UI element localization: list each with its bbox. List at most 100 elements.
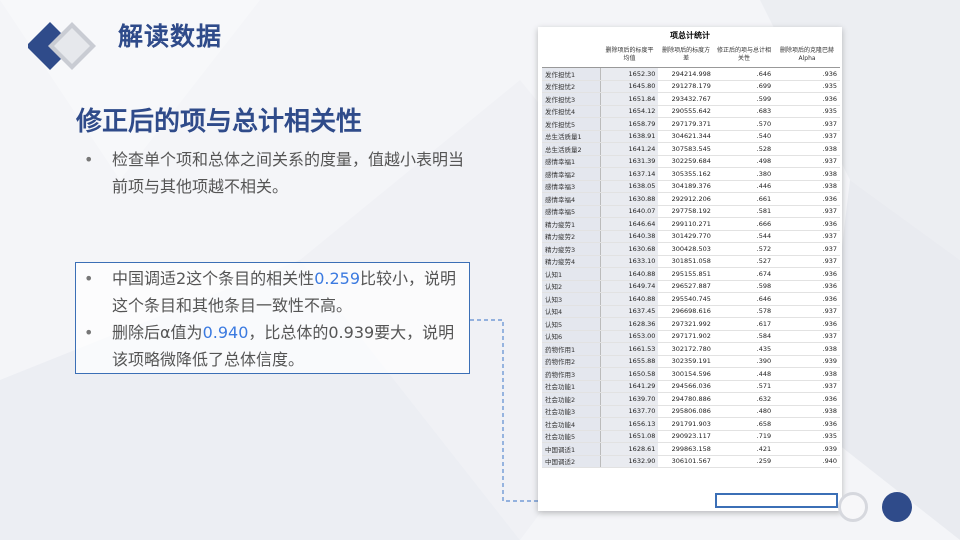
table-cell: 299863.158 [658,442,714,456]
row-header: 感情幸福3 [542,180,601,193]
table-cell: 1654.12 [600,105,659,118]
table-row: 感情幸福1 1631.39 302259.684.498.937 [542,155,840,168]
table-row: 精力疲劳1 1646.64 299110.271.666.936 [542,217,840,231]
table-row: 精力疲劳4 1633.10 301851.058.527.937 [542,255,840,268]
row-header: 社会功能2 [542,392,601,406]
table-cell: 295155.851 [658,267,714,281]
table-cell: .935 [774,80,840,93]
table-cell: 294214.998 [658,67,714,81]
table-row: 社会功能4 1656.13 291791.903.658.936 [542,417,840,431]
table-cell: .646 [713,292,775,306]
table-row: 感情幸福5 1640.07 297758.192.581.937 [542,205,840,218]
table-cell: 304189.376 [658,180,714,193]
table-cell: 299110.271 [658,217,714,231]
table-cell: 1641.24 [600,142,659,156]
row-header: 认知6 [542,330,601,343]
table-row: 发作担忧1 1652.30 294214.998.646.936 [542,67,840,81]
logo-icon [28,22,96,70]
table-cell: .661 [713,192,775,206]
table-cell: .938 [774,167,840,181]
table-cell: 1651.08 [600,430,659,443]
row-header: 感情幸福4 [542,192,601,206]
table-cell: 296527.887 [658,280,714,293]
table-cell: 297758.192 [658,205,714,218]
nav-dot-inactive[interactable] [838,492,868,522]
table-row: 药物作用3 1650.58 300154.596.448.938 [542,367,840,381]
table-cell: 1628.36 [600,317,659,331]
table-cell: 295806.086 [658,405,714,418]
item-total-statistics-table: 项总计统计 删除项后的标度平均值 删除项后的标度方差 修正后的项与总计相关性 删… [538,27,842,511]
table-cell: 1650.58 [600,367,659,381]
table-row: 社会功能2 1639.70 294780.886.632.936 [542,392,840,406]
row-header: 感情幸福5 [542,205,601,218]
table-row: 精力疲劳2 1640.38 301429.770.544.937 [542,230,840,243]
table-cell: 1628.61 [600,442,659,456]
table-row: 发作担忧5 1658.79 297179.371.570.937 [542,117,840,131]
table-cell: 1649.74 [600,280,659,293]
table-cell: .935 [774,430,840,443]
table-cell: .937 [774,205,840,218]
table-cell: .599 [713,92,775,106]
table-cell: 1658.79 [600,117,659,131]
table-cell: 1630.88 [600,192,659,206]
table-cell: .937 [774,130,840,143]
table-cell: 291791.903 [658,417,714,431]
row-header: 发作担忧4 [542,105,601,118]
table-cell: .937 [774,117,840,131]
table-cell: 1661.53 [600,342,659,356]
table-cell: .380 [713,167,775,181]
table-cell: .259 [713,455,775,468]
table-cell: 301851.058 [658,255,714,268]
table-cell: .572 [713,242,775,256]
table-cell: .938 [774,142,840,156]
table-cell: .674 [713,267,775,281]
table-row: 社会功能3 1637.70 295806.086.480.938 [542,405,840,418]
table-cell: 297179.371 [658,117,714,131]
table-row: 社会功能5 1651.08 290923.117.719.935 [542,430,840,443]
table-cell: 306101.567 [658,455,714,468]
nav-dot-active[interactable] [882,492,912,522]
table-row: 精力疲劳3 1630.68 300428.503.572.937 [542,242,840,256]
table-cell: .666 [713,217,775,231]
table-cell: .446 [713,180,775,193]
table-cell: .540 [713,130,775,143]
table-cell: .936 [774,67,840,81]
table-cell: .938 [774,342,840,356]
table-row: 认知6 1653.00 297171.902.584.937 [542,330,840,343]
table-cell: 1640.88 [600,292,659,306]
column-header: 修正后的项与总计相关性 [713,43,775,68]
table-cell: 307583.545 [658,142,714,156]
highlight-value: 0.940 [202,323,249,342]
table-cell: 1655.88 [600,355,659,368]
row-header: 社会功能1 [542,380,601,393]
row-header: 药物作用3 [542,367,601,381]
table-cell: .435 [713,342,775,356]
table-cell: 302259.684 [658,155,714,168]
page-title: 解读数据 [118,22,223,51]
corner-cell [542,43,601,68]
table-row: 感情幸福3 1638.05 304189.376.446.938 [542,180,840,193]
row-header: 认知5 [542,317,601,331]
table-cell: .581 [713,205,775,218]
table-cell: .528 [713,142,775,156]
table-cell: 290555.642 [658,105,714,118]
highlight-box: 中国调适2这个条目的相关性0.259比较小，说明这个条目和其他条目一致性不高。 … [75,262,470,374]
table-cell: .658 [713,417,775,431]
selected-cells-highlight [715,493,838,508]
table-cell: 1637.70 [600,405,659,418]
table-cell: 295540.745 [658,292,714,306]
row-header: 总生活质量2 [542,142,601,156]
table-cell: 304621.344 [658,130,714,143]
intro-bullets: 检查单个项和总体之间关系的度量，值越小表明当前项与其他项越不相关。 [80,146,470,200]
table-row: 中国调适1 1628.61 299863.158.421.939 [542,442,840,456]
table-cell: .646 [713,67,775,81]
row-header: 认知1 [542,267,601,281]
table-cell: 1640.38 [600,230,659,243]
table-cell: .683 [713,105,775,118]
table-row: 发作担忧3 1651.84 293432.767.599.936 [542,92,840,106]
table-cell: 1656.13 [600,417,659,431]
table-cell: 302172.780 [658,342,714,356]
table-row: 药物作用2 1655.88 302359.191.390.939 [542,355,840,368]
table-cell: 1633.10 [600,255,659,268]
table-cell: 1638.91 [600,130,659,143]
